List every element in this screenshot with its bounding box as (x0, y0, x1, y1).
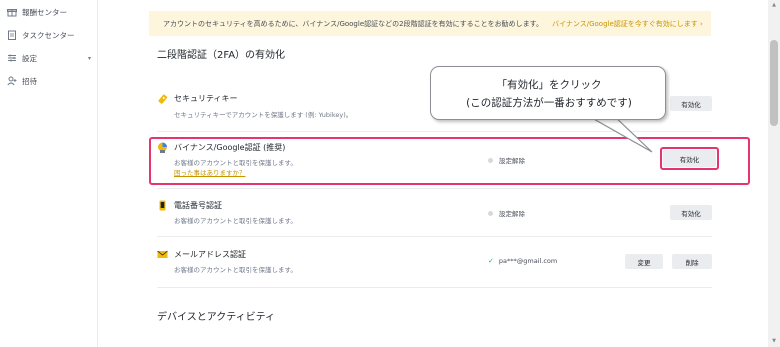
method-description: お客様のアカウントと取引を保護します。 (174, 217, 297, 225)
method-description: セキュリティキーでアカウントを保護します (例: Yubikey)。 (174, 111, 353, 119)
scroll-down-icon[interactable]: ▼ (770, 338, 778, 344)
sidebar: 報酬センター タスクセンター 設定 ▾ 招待 (0, 0, 98, 347)
delete-email-button[interactable]: 削除 (672, 254, 712, 269)
method-name: メールアドレス認証 (174, 250, 246, 259)
settings-icon (8, 54, 16, 62)
check-icon: ✓ (488, 257, 494, 265)
task-icon (8, 30, 16, 40)
divider (157, 236, 712, 237)
email-value: pa***@gmail.com (498, 257, 558, 265)
callout-text-line2: (この認証方法が一番おすすめです) (466, 97, 632, 109)
sidebar-item-rewards[interactable]: 報酬センター (0, 2, 98, 22)
sidebar-item-tasks[interactable]: タスクセンター (0, 25, 98, 45)
status-badge: ✓ pa***@gmail.com (488, 257, 557, 265)
section-title-devices: デバイスとアクティビティ (157, 312, 275, 323)
callout-bubble: 「有効化」をクリック (この認証方法が一番おすすめです) (430, 66, 666, 120)
sidebar-item-settings[interactable]: 設定 ▾ (0, 48, 98, 68)
chevron-down-icon: ▾ (88, 54, 92, 62)
method-description: お客様のアカウントと取引を保護します。 (174, 266, 297, 274)
security-key-icon (158, 94, 168, 104)
method-name: セキュリティキー (174, 94, 238, 103)
status-dot-icon (488, 210, 493, 216)
sidebar-item-invite[interactable]: 招待 (0, 71, 98, 91)
status-badge: 設定解除 (488, 208, 525, 218)
method-name: 電話番号認証 (174, 201, 222, 210)
phone-icon (159, 200, 166, 211)
enable-security-key-button[interactable]: 有効化 (670, 96, 712, 111)
gift-icon (7, 9, 17, 17)
sidebar-item-label: 報酬センター (22, 7, 67, 17)
sidebar-item-label: タスクセンター (22, 30, 75, 40)
scroll-up-icon[interactable]: ▲ (770, 2, 778, 8)
invite-icon (7, 76, 17, 86)
method-row-email: メールアドレス認証 お客様のアカウントと取引を保護します。 ✓ pa***@gm… (157, 248, 712, 278)
divider (157, 287, 712, 288)
change-email-button[interactable]: 変更 (625, 254, 663, 269)
status-text: 設定解除 (499, 210, 525, 218)
enable-authenticator-link[interactable]: バイナンス/Google認証を今すぐ有効にします › (552, 19, 703, 29)
scrollbar-thumb[interactable] (770, 40, 778, 126)
section-title-2fa: 二段階認証（2FA）の有効化 (157, 50, 286, 61)
banner-text: アカウントのセキュリティを高めるために、バイナンス/Google認証などの2段階… (163, 19, 543, 28)
divider (157, 188, 712, 189)
method-row-phone: 電話番号認証 お客様のアカウントと取引を保護します。 設定解除 有効化 (157, 199, 712, 229)
enable-authenticator-button-highlighted[interactable]: 有効化 (663, 150, 716, 167)
security-banner: アカウントのセキュリティを高めるために、バイナンス/Google認証などの2段階… (149, 11, 711, 36)
sidebar-item-label: 招待 (22, 76, 37, 86)
enable-phone-button[interactable]: 有効化 (670, 205, 712, 220)
callout-text-line1: 「有効化」をクリック (496, 79, 602, 91)
email-icon (157, 250, 168, 258)
sidebar-item-label: 設定 (22, 53, 37, 63)
